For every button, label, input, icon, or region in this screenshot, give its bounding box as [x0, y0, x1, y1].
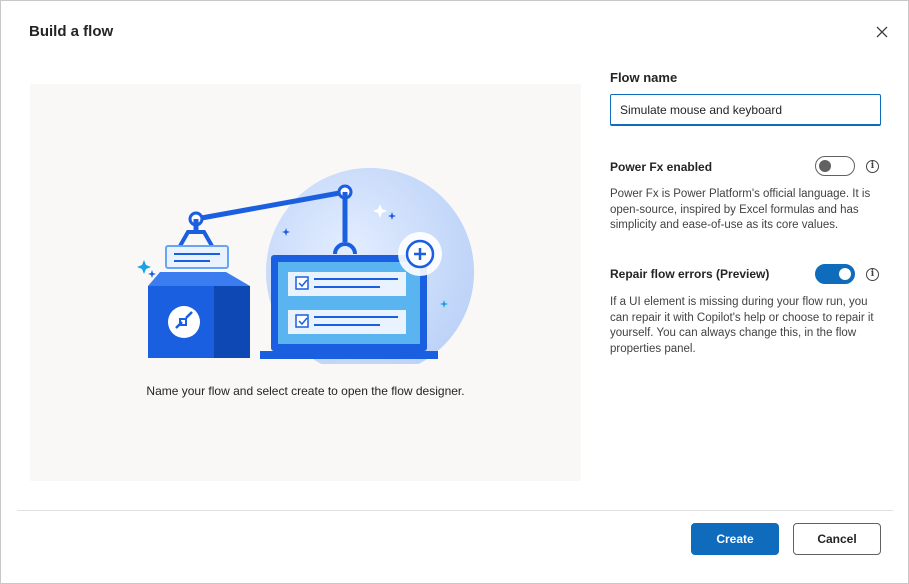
toggle-knob [839, 268, 851, 280]
flow-name-input[interactable] [610, 94, 881, 126]
repair-flow-description: If a UI element is missing during your f… [610, 296, 874, 355]
illustration-caption: Name your flow and select create to open… [146, 384, 465, 398]
build-flow-dialog: Build a flow Name your flow and select c… [0, 0, 909, 584]
dialog-title: Build a flow [29, 23, 114, 40]
illustration-panel: Name your flow and select create to open… [30, 84, 581, 481]
info-icon[interactable]: i [866, 268, 879, 281]
cancel-button[interactable]: Cancel [793, 523, 881, 555]
toggle-knob [819, 160, 831, 172]
flow-illustration [137, 168, 474, 364]
checkbox-icon [295, 276, 309, 290]
repair-flow-toggle[interactable] [815, 264, 855, 284]
power-fx-toggle[interactable] [815, 156, 855, 176]
close-icon [876, 26, 888, 38]
power-fx-description: Power Fx is Power Platform's official la… [610, 188, 871, 231]
power-fx-label: Power Fx enabled [610, 160, 713, 174]
connector-icon [168, 306, 200, 338]
flow-name-label: Flow name [610, 70, 678, 85]
footer-divider [17, 510, 893, 511]
close-button[interactable] [871, 21, 893, 43]
info-icon[interactable]: i [866, 160, 879, 173]
repair-flow-label: Repair flow errors (Preview) [610, 267, 770, 281]
create-button[interactable]: Create [691, 523, 779, 555]
